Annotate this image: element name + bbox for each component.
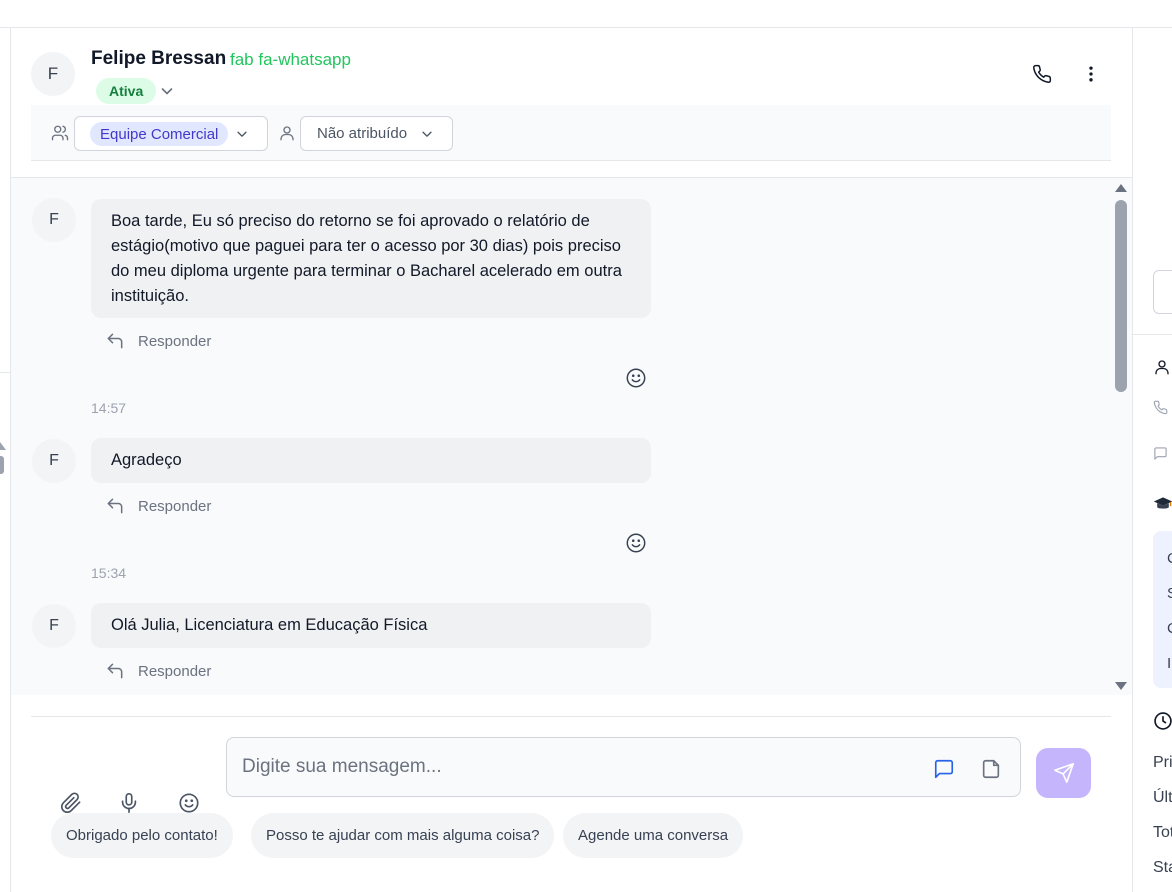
reply-button[interactable]: Responder	[105, 496, 211, 516]
agent-select[interactable]: Não atribuído	[300, 116, 453, 151]
emoji-smile-icon[interactable]	[178, 792, 200, 814]
message-avatar: F	[32, 198, 76, 242]
call-button[interactable]	[1031, 63, 1053, 85]
reply-button[interactable]: Responder	[105, 661, 211, 681]
status-badge[interactable]: Ativa	[96, 78, 157, 104]
user-icon	[280, 126, 294, 141]
team-select[interactable]: Equipe Comercial	[74, 116, 268, 151]
scrollbar-thumb[interactable]	[1115, 200, 1127, 392]
quick-reply-chip[interactable]: Obrigado pelo contato!	[51, 813, 233, 858]
message-bubble: Agradeço	[91, 438, 651, 483]
chevron-down-icon	[237, 131, 247, 137]
send-icon	[1053, 763, 1074, 783]
more-vertical-icon	[1089, 66, 1093, 82]
reply-label: Responder	[138, 497, 212, 515]
details-search-box[interactable]	[1153, 270, 1172, 314]
message-input[interactable]	[226, 737, 1021, 797]
details-divider	[1133, 334, 1172, 335]
quick-reply-chip[interactable]: Posso te ajudar com mais alguma coisa?	[251, 813, 555, 858]
collapse-arrow-icon[interactable]	[0, 438, 6, 478]
message-icon	[1154, 447, 1167, 460]
assignment-bar: Equipe Comercial Não atribuído	[31, 105, 1111, 161]
reply-label: Responder	[138, 662, 212, 680]
stats-label: Tot	[1153, 824, 1172, 841]
course-info-line: S	[1167, 585, 1172, 602]
graduation-cap-icon	[1153, 497, 1172, 509]
chevron-down-icon	[422, 131, 432, 137]
stats-label: Últ	[1153, 789, 1172, 806]
composer-divider	[31, 716, 1111, 717]
message-scrollbar[interactable]	[1113, 178, 1129, 695]
add-reaction-smile-icon[interactable]	[625, 532, 647, 554]
left-panel-divider	[0, 372, 10, 373]
top-bar	[0, 0, 1172, 28]
conversation-panel: F Felipe Bressan fab fa-whatsapp Ativa E…	[11, 28, 1132, 892]
reply-icon	[107, 663, 123, 679]
team-chip: Equipe Comercial	[90, 122, 229, 146]
message-composer: Obrigado pelo contato! Posso te ajudar c…	[11, 696, 1132, 892]
contact-details-panel: C S C I Pri Últ Tot Sta	[1132, 28, 1172, 892]
message-timestamp: 14:57	[91, 400, 127, 416]
agent-select-value: Não atribuído	[317, 125, 408, 142]
reply-label: Responder	[138, 332, 212, 350]
send-button[interactable]	[1036, 748, 1091, 798]
add-reaction-smile-icon[interactable]	[625, 367, 647, 389]
message-avatar: F	[32, 604, 76, 648]
status-chevron-down-icon[interactable]	[159, 83, 175, 99]
message-bubble: Boa tarde, Eu só preciso do retorno se f…	[91, 199, 651, 318]
contact-name: Felipe Bressan	[91, 48, 227, 69]
attach-paperclip-icon[interactable]	[60, 792, 82, 814]
message-bubble: Olá Julia, Licenciatura em Educação Físi…	[91, 603, 651, 648]
phone-icon	[1153, 400, 1168, 415]
contact-avatar: F	[31, 52, 75, 96]
course-info-line: C	[1167, 550, 1172, 567]
message-list[interactable]: F Boa tarde, Eu só preciso do retorno se…	[11, 177, 1132, 695]
scroll-down-arrow-icon[interactable]	[1115, 682, 1127, 690]
phone-icon	[1033, 64, 1052, 83]
more-options-button[interactable]	[1080, 63, 1102, 85]
conversation-header: F Felipe Bressan fab fa-whatsapp Ativa E…	[11, 28, 1132, 178]
team-icon	[51, 125, 69, 141]
message-avatar: F	[32, 439, 76, 483]
stats-label: Sta	[1153, 859, 1172, 876]
quick-reply-message-icon[interactable]	[933, 758, 955, 780]
scroll-up-arrow-icon[interactable]	[1115, 184, 1127, 192]
clock-icon	[1154, 712, 1172, 730]
stats-label: Pri	[1153, 754, 1172, 771]
reply-button[interactable]: Responder	[105, 331, 211, 351]
template-file-icon[interactable]	[980, 758, 1002, 780]
reply-icon	[107, 333, 123, 349]
reply-icon	[107, 498, 123, 514]
microphone-icon[interactable]	[118, 792, 140, 814]
course-info-card: C S C I	[1153, 531, 1172, 688]
course-info-line: C	[1167, 620, 1172, 637]
channel-label: fab fa-whatsapp	[230, 50, 351, 69]
left-panel-edge	[0, 28, 11, 892]
course-info-line: I	[1167, 655, 1172, 672]
quick-reply-chip[interactable]: Agende uma conversa	[563, 813, 744, 858]
message-timestamp: 15:34	[91, 565, 127, 581]
user-icon	[1155, 360, 1169, 375]
